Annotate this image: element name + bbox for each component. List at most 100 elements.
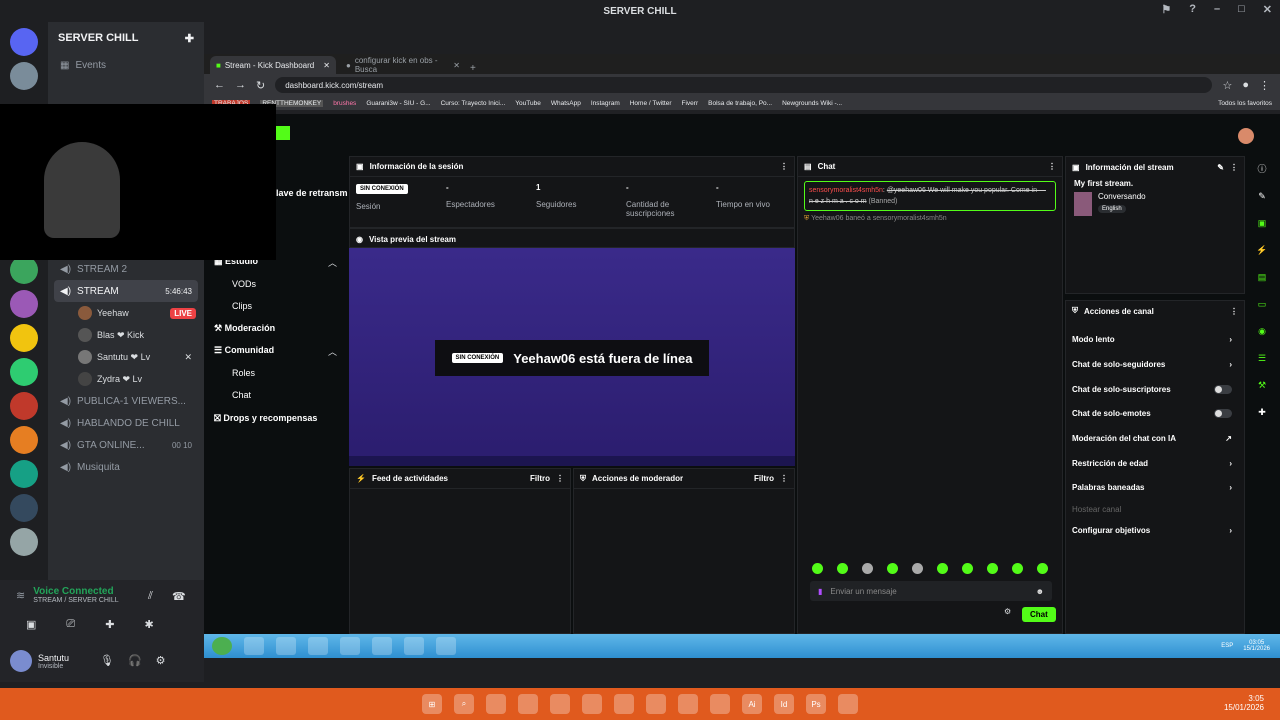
new-tab-button[interactable]: + [470, 63, 476, 74]
chevron-up-icon[interactable]: ︿ [328, 345, 337, 358]
nav-vods[interactable]: VODs [232, 279, 256, 289]
action-banned-words[interactable]: Palabras baneadas › [1072, 483, 1232, 492]
bookmark[interactable]: Guarani3w - SIU - G... [366, 100, 430, 107]
camera-off-icon[interactable]: ▣ [26, 618, 36, 631]
noise-icon[interactable]: ⫽ [148, 590, 153, 603]
app-icon[interactable] [710, 694, 730, 714]
gear-icon[interactable]: ⚙ [156, 654, 166, 667]
bookmark[interactable]: Bolsa de trabajo, Po... [708, 100, 772, 107]
emote-icon[interactable] [987, 563, 998, 574]
tab-search[interactable]: ● configurar kick en obs - Busca ✕ [340, 56, 466, 74]
server-icon[interactable] [10, 392, 38, 420]
more-icon[interactable]: ⋮ [1230, 307, 1238, 316]
tool-icon[interactable]: ☰ [1258, 353, 1266, 364]
settings-icon[interactable]: ⚙ [1004, 607, 1011, 616]
bookmark[interactable]: Curso: Trayecto Inici... [441, 100, 506, 107]
server-icon[interactable] [10, 426, 38, 454]
bookmark[interactable]: YouTube [515, 100, 541, 107]
back-icon[interactable]: ← [214, 79, 225, 91]
emoji-icon[interactable]: ☻ [1036, 587, 1044, 596]
chat-message[interactable]: sensorymoralist4smh5n: @yeehaw06 We will… [804, 181, 1056, 211]
voice-user[interactable]: Blas ❤ Kick [48, 324, 204, 346]
photoshop-icon[interactable]: Ps [806, 694, 826, 714]
tab-kick-dashboard[interactable]: ■ Stream - Kick Dashboard ✕ [210, 56, 336, 74]
disconnect-icon[interactable]: ☎ [172, 590, 186, 603]
user-avatar[interactable] [10, 650, 32, 672]
kick-logo[interactable] [276, 126, 290, 140]
settings-icon[interactable] [244, 637, 264, 655]
server-icon[interactable] [10, 358, 38, 386]
add-widget-icon[interactable]: ✚ [1258, 407, 1266, 418]
tool-icon[interactable]: ⚡ [1256, 245, 1267, 256]
minimize-button[interactable]: – [1214, 3, 1220, 16]
app-icon[interactable] [404, 637, 424, 655]
events-item[interactable]: ▦ Events [48, 54, 204, 76]
bookmark[interactable]: Home / Twitter [630, 100, 672, 107]
spotify-icon[interactable] [582, 694, 602, 714]
emote-icon[interactable] [912, 563, 923, 574]
nav-drops[interactable]: ⛝ Drops y recompensas [214, 413, 317, 424]
server-icon[interactable] [10, 290, 38, 318]
discord-home-icon[interactable] [10, 28, 38, 56]
emote-icon[interactable] [962, 563, 973, 574]
user-avatar[interactable] [1238, 128, 1254, 144]
voice-channel[interactable]: ◀) STREAM 2 [48, 258, 204, 280]
voice-user[interactable]: Yeehaw LIVE [48, 302, 204, 324]
windows-start-icon[interactable]: ⊞ [422, 694, 442, 714]
voice-channel[interactable]: ◀) HABLANDO DE CHILL [48, 412, 204, 434]
action-slow-mode[interactable]: Modo lento › [1072, 335, 1232, 344]
folder-icon[interactable] [486, 694, 506, 714]
microphone-icon[interactable]: 🎙 [100, 654, 114, 667]
headphones-icon[interactable]: 🎧 [128, 654, 142, 667]
nav-moderation[interactable]: ⚒ Moderación [214, 323, 275, 334]
steam-icon[interactable] [614, 694, 634, 714]
obs-icon[interactable] [436, 637, 456, 655]
edit-icon[interactable]: ✎ [1217, 163, 1224, 172]
nav-roles[interactable]: Roles [232, 368, 255, 378]
nav-clips[interactable]: Clips [232, 301, 252, 311]
emote-icon[interactable] [887, 563, 898, 574]
voice-channel[interactable]: ◀) GTA ONLINE... 00 10 [48, 434, 204, 456]
server-header[interactable]: SERVER CHILL ✚ [48, 22, 204, 54]
voice-channel[interactable]: ◀) PUBLICA-1 VIEWERS... [48, 390, 204, 412]
search-icon[interactable]: ⌕ [454, 694, 474, 714]
folder-icon[interactable] [276, 637, 296, 655]
whatsapp-icon[interactable] [550, 694, 570, 714]
clock[interactable]: 3:05 15/01/2026 [1224, 694, 1264, 712]
emote-icon[interactable] [1037, 563, 1048, 574]
send-chat-button[interactable]: Chat [1022, 607, 1056, 622]
pencil-icon[interactable]: ✎ [1258, 191, 1266, 202]
server-icon[interactable] [10, 460, 38, 488]
filter-button[interactable]: Filtro [754, 474, 774, 483]
toggle-switch[interactable] [1214, 409, 1232, 418]
reload-icon[interactable]: ↻ [256, 79, 265, 92]
tool-icon[interactable]: ◉ [1258, 326, 1266, 337]
menu-icon[interactable]: ⋮ [1259, 79, 1270, 92]
server-icon[interactable] [10, 256, 38, 284]
chrome-icon[interactable] [308, 637, 328, 655]
action-followers-only[interactable]: Chat de solo-seguidores › [1072, 360, 1232, 369]
nav-community[interactable]: ☰ Comunidad [214, 345, 274, 356]
emote-icon[interactable] [812, 563, 823, 574]
emote-icon[interactable] [862, 563, 873, 574]
illustrator-icon[interactable]: Ai [742, 694, 762, 714]
screenshare-icon[interactable]: ⎚ [66, 618, 75, 631]
voice-channel-active[interactable]: ◀) STREAM 5:46:43 [54, 280, 198, 302]
tool-icon[interactable]: ▭ [1258, 299, 1267, 310]
inbox-icon[interactable]: ⚑ [1161, 3, 1171, 16]
url-input[interactable]: dashboard.kick.com/stream [275, 77, 1213, 93]
indesign-icon[interactable]: Id [774, 694, 794, 714]
nav-chat[interactable]: Chat [232, 390, 251, 400]
maximize-button[interactable]: □ [1238, 3, 1245, 16]
forward-icon[interactable]: → [235, 79, 246, 91]
bookmark[interactable]: Todos los favoritos [1218, 100, 1272, 107]
bookmark[interactable]: Newgrounds Wiki -... [782, 100, 842, 107]
obs-icon[interactable] [838, 694, 858, 714]
voice-channel[interactable]: ◀) Musiquita [48, 456, 204, 478]
steam-icon[interactable] [340, 637, 360, 655]
tool-icon[interactable]: ▤ [1258, 272, 1267, 283]
action-goals[interactable]: Configurar objetivos › [1072, 526, 1232, 535]
discord-icon[interactable] [646, 694, 666, 714]
more-icon[interactable]: ⋮ [780, 162, 788, 171]
emote-icon[interactable] [1012, 563, 1023, 574]
